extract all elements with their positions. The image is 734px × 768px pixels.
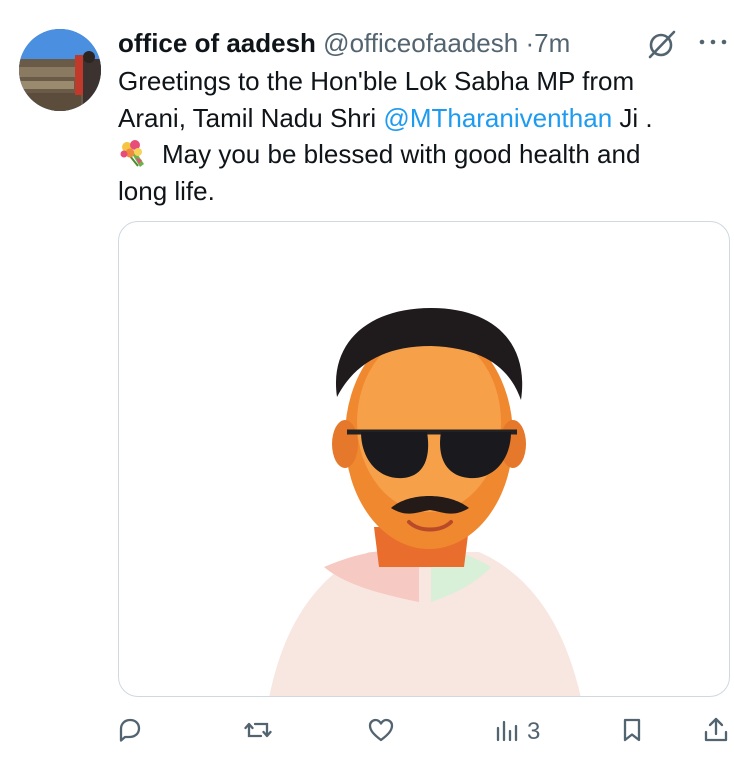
- tweet-action-bar: 3: [0, 712, 734, 756]
- reply-button[interactable]: [116, 712, 144, 752]
- like-button[interactable]: [367, 712, 395, 752]
- bouquet-icon: [118, 138, 152, 168]
- bookmark-button[interactable]: [618, 712, 646, 752]
- repost-button[interactable]: [244, 712, 272, 752]
- tweet-time[interactable]: 7m: [534, 28, 570, 58]
- tweet-text-line: Greetings to the Hon'ble Lok Sabha MP fr…: [118, 66, 635, 96]
- share-button[interactable]: [702, 712, 730, 752]
- views-button[interactable]: 3: [493, 712, 540, 752]
- tweet-text-line: Arani, Tamil Nadu Shri @MTharaniventhan …: [118, 100, 718, 137]
- tweet-text-line: May you be blessed with good health and: [118, 136, 718, 173]
- separator-dot: ·: [525, 28, 535, 58]
- tweet-text: Greetings to the Hon'ble Lok Sabha MP fr…: [118, 63, 718, 209]
- views-count: 3: [527, 718, 541, 745]
- mention-link[interactable]: @MTharaniventhan: [383, 103, 612, 133]
- more-options-icon[interactable]: [696, 28, 730, 56]
- grok-icon[interactable]: [646, 28, 678, 60]
- tweet-text-segment: Arani, Tamil Nadu Shri: [118, 102, 384, 133]
- tweet-header: office of aadesh @officeofaadesh ·7m: [118, 28, 678, 58]
- avatar-image: [19, 29, 101, 111]
- repost-icon: [244, 716, 272, 749]
- share-icon: [702, 716, 730, 749]
- author-avatar[interactable]: [19, 29, 101, 111]
- portrait-image: [269, 308, 581, 696]
- tweet-text-line: long life.: [118, 175, 215, 206]
- tweet-text-segment: Ji .: [612, 102, 653, 133]
- tweet-text-segment: May you be blessed with good health and: [162, 139, 641, 169]
- like-icon: [367, 716, 395, 749]
- views-icon: [493, 716, 521, 749]
- tweet-media[interactable]: [118, 221, 730, 697]
- reply-icon: [116, 716, 144, 749]
- author-handle[interactable]: @officeofaadesh: [323, 28, 518, 58]
- bookmark-icon: [618, 716, 646, 749]
- author-name[interactable]: office of aadesh: [118, 28, 316, 58]
